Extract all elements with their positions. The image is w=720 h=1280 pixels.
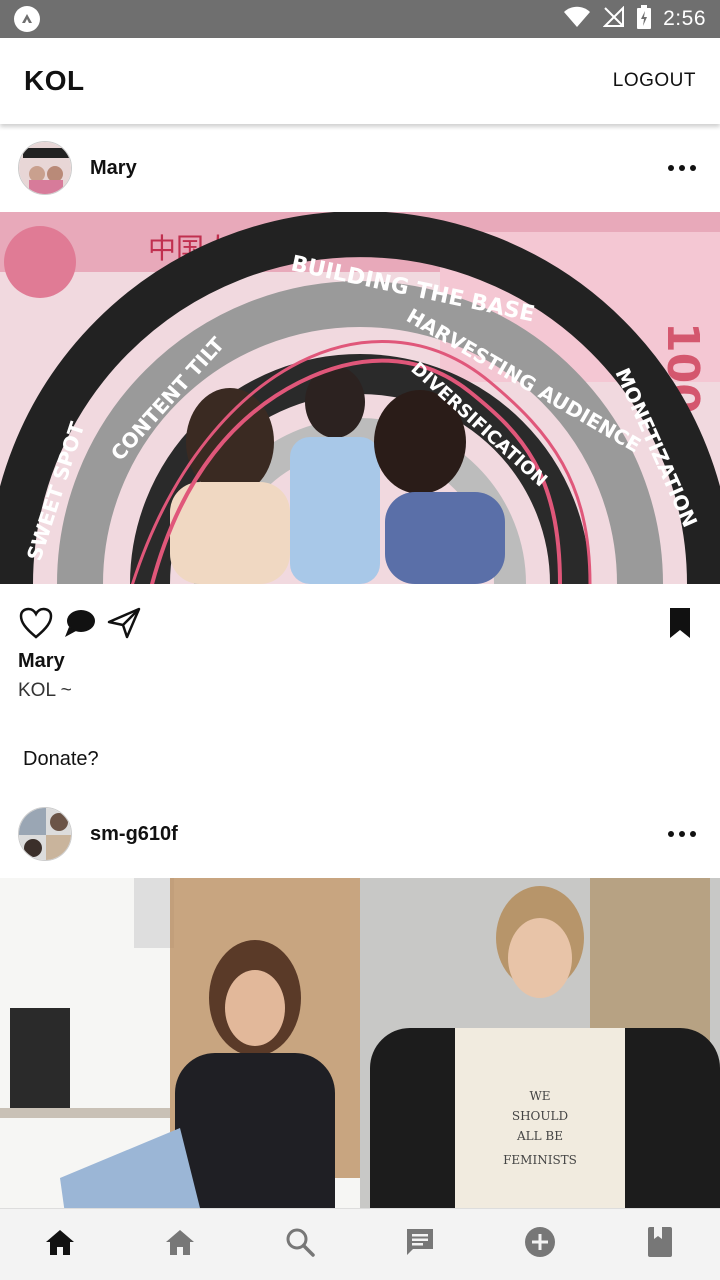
wifi-icon xyxy=(563,6,591,33)
nav-home[interactable] xyxy=(0,1209,120,1280)
feed[interactable]: Mary 中国人 100 BUILDING THE BASE HARVESTIN… xyxy=(0,124,720,1208)
home-icon xyxy=(44,1228,76,1261)
chat-icon xyxy=(404,1226,436,1263)
post-card: sm-g610f WE SHOULD ALL BE FEMINISTS xyxy=(0,790,720,1208)
status-bar: 2:56 xyxy=(0,0,720,38)
post-owner[interactable]: Mary xyxy=(0,650,720,680)
nav-library[interactable] xyxy=(600,1209,720,1280)
post-header: Mary xyxy=(0,124,720,212)
shirt-text-2: SHOULD xyxy=(512,1109,568,1123)
no-signal-icon xyxy=(602,5,625,33)
app-bar: KOL LOGOUT xyxy=(0,38,720,124)
bookmark-icon[interactable] xyxy=(660,603,700,643)
add-circle-icon xyxy=(524,1226,556,1263)
send-icon[interactable] xyxy=(104,603,144,643)
post-image[interactable]: WE SHOULD ALL BE FEMINISTS xyxy=(0,878,720,1208)
more-options-icon[interactable] xyxy=(662,153,702,183)
nav-home-2[interactable] xyxy=(120,1209,240,1280)
more-options-icon[interactable] xyxy=(662,819,702,849)
logout-button[interactable]: LOGOUT xyxy=(613,70,696,92)
battery-charging-icon xyxy=(637,4,652,34)
comment-icon[interactable] xyxy=(60,603,100,643)
status-time: 2:56 xyxy=(663,7,706,30)
app-title: KOL xyxy=(24,65,85,96)
nav-search[interactable] xyxy=(240,1209,360,1280)
post-username[interactable]: Mary xyxy=(90,157,137,180)
post-header: sm-g610f xyxy=(0,790,720,878)
post-comment: Donate? xyxy=(23,748,99,770)
bottom-navigation xyxy=(0,1208,720,1280)
search-icon xyxy=(285,1227,315,1262)
shirt-text-4: FEMINISTS xyxy=(503,1153,577,1167)
heart-icon[interactable] xyxy=(16,603,56,643)
book-icon xyxy=(646,1226,674,1263)
shirt-text-1: WE xyxy=(529,1089,550,1103)
nav-messages[interactable] xyxy=(360,1209,480,1280)
avatar[interactable] xyxy=(18,141,72,195)
post-image[interactable]: 中国人 100 BUILDING THE BASE HARVESTING AUD… xyxy=(0,212,720,584)
avatar[interactable] xyxy=(18,807,72,861)
home-outline-icon xyxy=(164,1228,196,1261)
post-username[interactable]: sm-g610f xyxy=(90,823,178,846)
post-caption: KOL ~ xyxy=(18,680,72,701)
post-card: Mary 中国人 100 BUILDING THE BASE HARVESTIN… xyxy=(0,124,720,782)
shirt-text-3: ALL BE xyxy=(516,1129,563,1143)
nav-add[interactable] xyxy=(480,1209,600,1280)
app-indicator-icon xyxy=(14,6,40,32)
